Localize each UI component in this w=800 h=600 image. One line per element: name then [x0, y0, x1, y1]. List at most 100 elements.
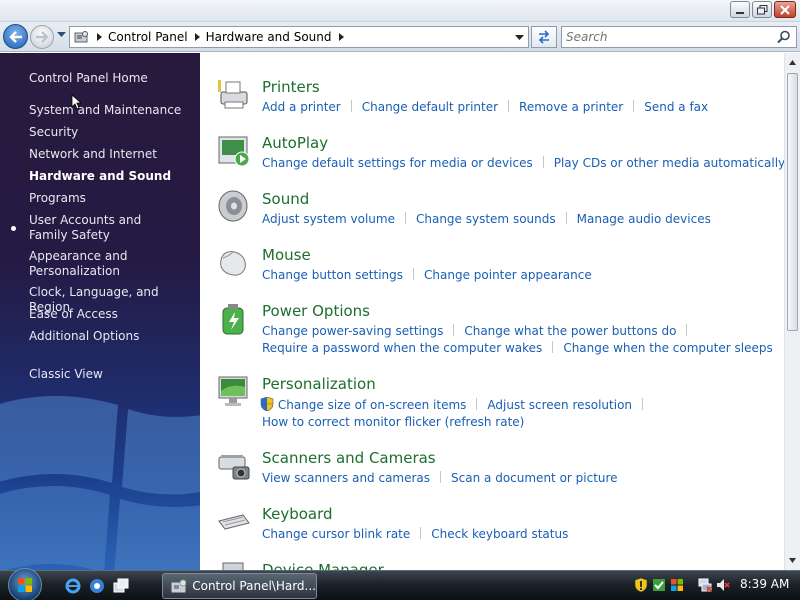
task-link[interactable]: Change what the power buttons do [464, 324, 676, 338]
task-link[interactable]: Send a fax [644, 100, 708, 114]
scanner-icon[interactable] [217, 449, 251, 483]
task-link[interactable]: Change button settings [262, 268, 403, 282]
task-link[interactable]: Change cursor blink rate [262, 527, 410, 541]
forward-arrow-icon [36, 31, 49, 43]
network-icon[interactable] [698, 578, 712, 592]
task-link[interactable]: Change power-saving settings [262, 324, 443, 338]
sidebar-item-hardware-and-sound[interactable]: Hardware and Sound [29, 169, 171, 184]
search-box[interactable] [561, 26, 797, 48]
main-content: Printers Add a printer Change default pri… [200, 53, 784, 570]
sidebar-item-appearance[interactable]: Appearance and Personalization [29, 249, 139, 279]
task-link[interactable]: Change when the computer sleeps [563, 341, 772, 355]
scroll-up-button[interactable] [785, 55, 800, 70]
category-title[interactable]: Sound [262, 190, 309, 208]
breadcrumb-separator-icon[interactable] [338, 33, 344, 41]
windows-media-icon[interactable] [88, 577, 106, 595]
task-link[interactable]: Change pointer appearance [424, 268, 592, 282]
sidebar-item-network-and-internet[interactable]: Network and Internet [29, 147, 157, 162]
sidebar-item-ease-of-access[interactable]: Ease of Access [29, 307, 118, 322]
arrow-down-icon [789, 558, 796, 563]
sidebar-item-additional-options[interactable]: Additional Options [29, 329, 139, 344]
sidebar-item-security[interactable]: Security [29, 125, 78, 140]
task-line: Change cursor blink rate Check keyboard s… [262, 527, 568, 541]
task-separator [633, 100, 635, 112]
task-link[interactable]: Change system sounds [416, 212, 556, 226]
recent-pages-dropdown[interactable] [57, 32, 66, 38]
autoplay-icon[interactable] [217, 134, 251, 168]
control-panel-icon [74, 31, 88, 43]
device-manager-icon[interactable] [217, 561, 251, 570]
task-link[interactable]: Require a password when the computer wak… [262, 341, 542, 355]
task-link[interactable]: Change default printer [362, 100, 498, 114]
back-button[interactable] [3, 24, 28, 49]
breadcrumb-separator-icon[interactable] [194, 33, 200, 41]
task-link[interactable]: How to correct monitor flicker (refresh … [262, 415, 524, 429]
task-link[interactable]: Adjust system volume [262, 212, 395, 226]
battery-icon[interactable] [217, 302, 251, 336]
task-link[interactable]: Change size of on-screen items [278, 398, 467, 412]
category-title[interactable]: Device Manager [262, 561, 384, 570]
category-title[interactable]: Mouse [262, 246, 311, 264]
windows-defender-icon[interactable] [670, 578, 684, 592]
task-link[interactable]: Adjust screen resolution [487, 398, 632, 412]
category-title[interactable]: Keyboard [262, 505, 333, 523]
task-link[interactable]: Check keyboard status [431, 527, 568, 541]
close-button[interactable] [774, 1, 796, 18]
category-title[interactable]: Printers [262, 78, 320, 96]
task-separator [686, 324, 688, 336]
minimize-button[interactable] [730, 1, 750, 18]
printer-icon[interactable] [217, 78, 251, 112]
task-separator [440, 471, 442, 483]
breadcrumb-separator-icon[interactable] [97, 33, 102, 41]
vertical-scrollbar[interactable] [784, 53, 800, 570]
taskbar-window-label: Control Panel\Hard... [192, 579, 316, 593]
keyboard-icon[interactable] [217, 505, 251, 539]
sidebar-item-user-accounts[interactable]: User Accounts and Family Safety [29, 213, 179, 243]
address-dropdown-icon[interactable] [515, 35, 524, 41]
category-title[interactable]: Power Options [262, 302, 370, 320]
task-link[interactable]: Scan a document or picture [451, 471, 618, 485]
windows-update-icon[interactable] [652, 578, 666, 592]
windows-logo-icon [18, 578, 32, 592]
volume-muted-icon[interactable] [716, 578, 730, 592]
refresh-button[interactable] [531, 26, 557, 48]
sidebar-item-programs[interactable]: Programs [29, 191, 86, 206]
sidebar-item-control-panel-home[interactable]: Control Panel Home [29, 71, 148, 86]
scroll-down-button[interactable] [785, 553, 800, 568]
task-separator [552, 341, 554, 353]
task-link[interactable]: Change default settings for media or dev… [262, 156, 533, 170]
task-link[interactable]: Manage audio devices [577, 212, 711, 226]
security-alert-icon[interactable] [634, 578, 648, 592]
mouse-icon[interactable] [217, 246, 251, 280]
clock[interactable]: 8:39 AM [740, 577, 789, 591]
taskbar-window-button[interactable]: Control Panel\Hard... [162, 573, 317, 599]
task-link[interactable]: Add a printer [262, 100, 341, 114]
sidebar-item-classic-view[interactable]: Classic View [29, 367, 103, 382]
start-button[interactable] [8, 568, 42, 600]
sidebar-item-system-and-maintenance[interactable]: System and Maintenance [29, 103, 181, 118]
speaker-icon[interactable] [217, 190, 251, 224]
category-title[interactable]: AutoPlay [262, 134, 328, 152]
breadcrumb-control-panel[interactable]: Control Panel [108, 30, 188, 44]
back-arrow-icon [8, 30, 22, 43]
breadcrumb-hardware-and-sound[interactable]: Hardware and Sound [206, 30, 332, 44]
task-separator [542, 156, 544, 168]
task-separator [476, 398, 478, 410]
task-link[interactable]: Play CDs or other media automatically [554, 156, 784, 170]
switch-windows-icon[interactable] [112, 577, 130, 595]
maximize-button[interactable] [752, 1, 772, 18]
search-icon[interactable] [777, 30, 791, 44]
category-title[interactable]: Personalization [262, 375, 376, 393]
task-line: How to correct monitor flicker (refresh … [262, 415, 524, 429]
category-title[interactable]: Scanners and Cameras [262, 449, 436, 467]
forward-button[interactable] [30, 25, 54, 49]
task-separator [420, 527, 422, 539]
task-link[interactable]: Remove a printer [519, 100, 623, 114]
navigation-bar: Control Panel Hardware and Sound [0, 22, 800, 52]
scrollbar-thumb[interactable] [787, 73, 798, 331]
internet-explorer-icon[interactable] [64, 577, 82, 595]
monitor-icon[interactable] [217, 375, 251, 409]
search-input[interactable] [566, 29, 766, 45]
address-bar[interactable]: Control Panel Hardware and Sound [69, 26, 529, 48]
task-link[interactable]: View scanners and cameras [262, 471, 430, 485]
